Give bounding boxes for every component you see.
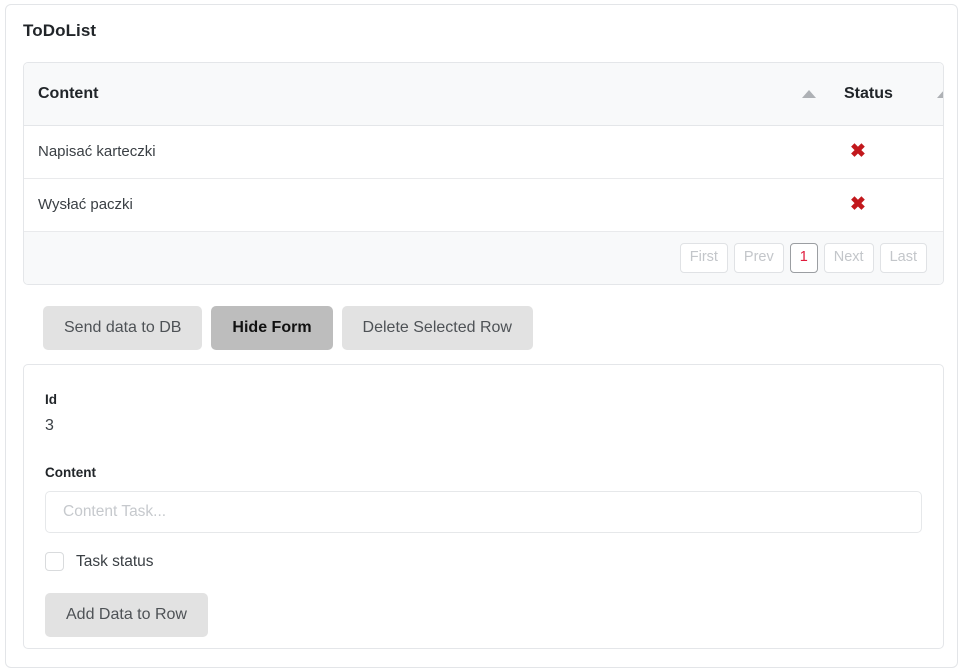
- send-data-to-db-button[interactable]: Send data to DB: [43, 306, 202, 350]
- column-header-status[interactable]: Status: [830, 63, 943, 125]
- cell-content: Wysłać paczki: [24, 178, 830, 231]
- table-row[interactable]: Napisać karteczki ✖: [24, 125, 943, 178]
- cell-content: Napisać karteczki: [24, 125, 830, 178]
- table-header-row: Content Status: [24, 63, 943, 125]
- pagination-bar: First Prev 1 Next Last: [24, 232, 943, 284]
- id-value: 3: [45, 417, 54, 435]
- table-body: Napisać karteczki ✖ Wysłać paczki ✖: [24, 125, 943, 231]
- delete-selected-row-button[interactable]: Delete Selected Row: [342, 306, 533, 350]
- cross-mark-icon: ✖: [844, 195, 943, 214]
- table-head: Content Status: [24, 63, 943, 125]
- hide-form-button[interactable]: Hide Form: [211, 306, 332, 350]
- task-status-checkbox[interactable]: [45, 552, 64, 571]
- content-label: Content: [45, 465, 96, 480]
- column-header-content-label: Content: [38, 85, 98, 103]
- column-header-status-label: Status: [844, 85, 893, 103]
- pagination-first-button[interactable]: First: [680, 243, 728, 273]
- sort-ascending-caret-icon[interactable]: [802, 90, 816, 98]
- page-container: ToDoList Content Status: [5, 4, 958, 668]
- todo-table-card: Content Status Napisać karteczki: [23, 62, 944, 285]
- pagination-prev-button[interactable]: Prev: [734, 243, 784, 273]
- cross-mark-icon: ✖: [844, 142, 943, 161]
- pagination-next-button[interactable]: Next: [824, 243, 874, 273]
- task-status-label: Task status: [76, 553, 154, 571]
- cell-status: ✖: [830, 125, 943, 178]
- add-data-to-row-button[interactable]: Add Data to Row: [45, 593, 208, 637]
- task-form-card: Id 3 Content Task status Add Data to Row: [23, 364, 944, 649]
- pagination-page-1-button[interactable]: 1: [790, 243, 818, 273]
- page-title: ToDoList: [23, 21, 96, 41]
- task-status-row: Task status: [45, 552, 154, 571]
- content-input[interactable]: [45, 491, 922, 533]
- cell-status: ✖: [830, 178, 943, 231]
- table-row[interactable]: Wysłać paczki ✖: [24, 178, 943, 231]
- id-label: Id: [45, 392, 57, 407]
- action-button-row: Send data to DB Hide Form Delete Selecte…: [43, 306, 533, 350]
- todo-table: Content Status Napisać karteczki: [24, 63, 943, 232]
- pagination-last-button[interactable]: Last: [880, 243, 927, 273]
- sort-ascending-caret-icon[interactable]: [937, 90, 944, 98]
- column-header-content[interactable]: Content: [24, 63, 830, 125]
